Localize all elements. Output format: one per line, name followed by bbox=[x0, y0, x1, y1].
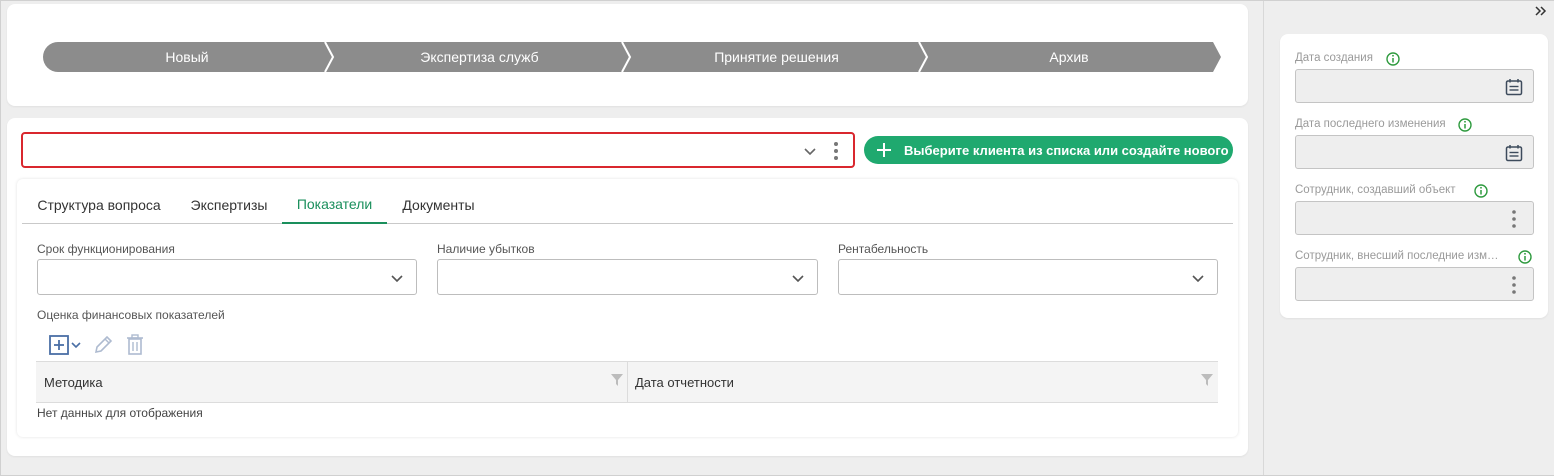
tab-indicators[interactable]: Показатели bbox=[282, 185, 387, 224]
filter-icon[interactable] bbox=[1201, 374, 1213, 386]
profitability-label: Рентабельность bbox=[838, 242, 929, 256]
created-date-field[interactable] bbox=[1295, 69, 1534, 103]
stage-separator bbox=[324, 42, 335, 72]
losses-label: Наличие убытков bbox=[437, 242, 535, 256]
chevron-down-icon bbox=[792, 275, 804, 283]
stage-separator bbox=[918, 42, 929, 72]
add-row-icon[interactable] bbox=[47, 333, 87, 357]
modified-date-field[interactable] bbox=[1295, 135, 1534, 169]
calendar-icon[interactable] bbox=[1505, 144, 1523, 162]
tab-question-structure[interactable]: Структура вопроса bbox=[22, 185, 176, 224]
properties-card: Дата создания Дата последнего изменения bbox=[1280, 34, 1548, 318]
financial-indicators-grid: Методика Дата отчетности bbox=[36, 361, 1218, 403]
created-by-label: Сотрудник, создавший объект bbox=[1295, 184, 1456, 196]
pencil-icon[interactable] bbox=[91, 333, 115, 357]
chevron-down-icon[interactable] bbox=[803, 144, 817, 158]
tabs-panel: Структура вопроса Экспертизы Показатели … bbox=[17, 179, 1238, 437]
trash-icon[interactable] bbox=[123, 333, 147, 357]
modified-by-field[interactable] bbox=[1295, 267, 1534, 301]
stage-arrow-tip bbox=[1213, 42, 1221, 72]
calendar-icon[interactable] bbox=[1505, 78, 1523, 96]
term-select[interactable] bbox=[37, 259, 417, 295]
add-client-button-label: Выберите клиента из списка или создайте … bbox=[904, 142, 1229, 158]
stage-bar-card: Новый Экспертиза служб Принятие решения … bbox=[7, 4, 1248, 106]
filter-icon[interactable] bbox=[611, 374, 623, 386]
stage-decision[interactable]: Принятие решения bbox=[628, 42, 925, 72]
client-select[interactable] bbox=[21, 132, 855, 168]
column-divider[interactable] bbox=[627, 362, 628, 402]
info-icon[interactable] bbox=[1458, 118, 1472, 132]
add-client-button[interactable]: Выберите клиента из списка или создайте … bbox=[864, 136, 1233, 164]
tab-documents[interactable]: Документы bbox=[387, 185, 490, 224]
more-vertical-icon[interactable] bbox=[1511, 275, 1517, 295]
modified-by-label: Сотрудник, внесший последние изм… bbox=[1295, 250, 1499, 262]
chevron-down-icon bbox=[391, 275, 403, 283]
column-header-report-date-label: Дата отчетности bbox=[635, 374, 734, 390]
tab-expertises[interactable]: Экспертизы bbox=[176, 185, 282, 224]
column-header-method-label: Методика bbox=[44, 374, 103, 390]
stage-archive[interactable]: Архив bbox=[925, 42, 1213, 72]
assessment-label: Оценка финансовых показателей bbox=[37, 308, 225, 322]
collapse-panel-icon[interactable] bbox=[1534, 4, 1548, 18]
created-date-label: Дата создания bbox=[1295, 52, 1373, 64]
column-header-method[interactable]: Методика bbox=[44, 362, 614, 402]
grid-empty-text: Нет данных для отображения bbox=[37, 406, 203, 420]
losses-select[interactable] bbox=[437, 259, 818, 295]
plus-icon bbox=[877, 143, 891, 157]
properties-sidebar: Дата создания Дата последнего изменения bbox=[1263, 1, 1554, 475]
tab-bar: Структура вопроса Экспертизы Показатели … bbox=[22, 185, 1233, 224]
info-icon[interactable] bbox=[1518, 250, 1532, 264]
modified-date-label: Дата последнего изменения bbox=[1295, 118, 1446, 130]
profitability-select[interactable] bbox=[838, 259, 1218, 295]
chevron-down-icon bbox=[1192, 275, 1204, 283]
term-label: Срок функционирования bbox=[37, 242, 175, 256]
stage-new[interactable]: Новый bbox=[43, 42, 331, 72]
main-card: Выберите клиента из списка или создайте … bbox=[7, 118, 1248, 456]
created-by-field[interactable] bbox=[1295, 201, 1534, 235]
info-icon[interactable] bbox=[1386, 52, 1400, 66]
column-header-report-date[interactable]: Дата отчетности bbox=[635, 362, 1195, 402]
info-icon[interactable] bbox=[1474, 184, 1488, 198]
stage-bar: Новый Экспертиза служб Принятие решения … bbox=[43, 42, 1221, 72]
more-vertical-icon[interactable] bbox=[833, 141, 839, 161]
more-vertical-icon[interactable] bbox=[1511, 209, 1517, 229]
stage-separator bbox=[621, 42, 632, 72]
stage-expertise[interactable]: Экспертиза служб bbox=[331, 42, 628, 72]
grid-header: Методика Дата отчетности bbox=[36, 361, 1218, 403]
